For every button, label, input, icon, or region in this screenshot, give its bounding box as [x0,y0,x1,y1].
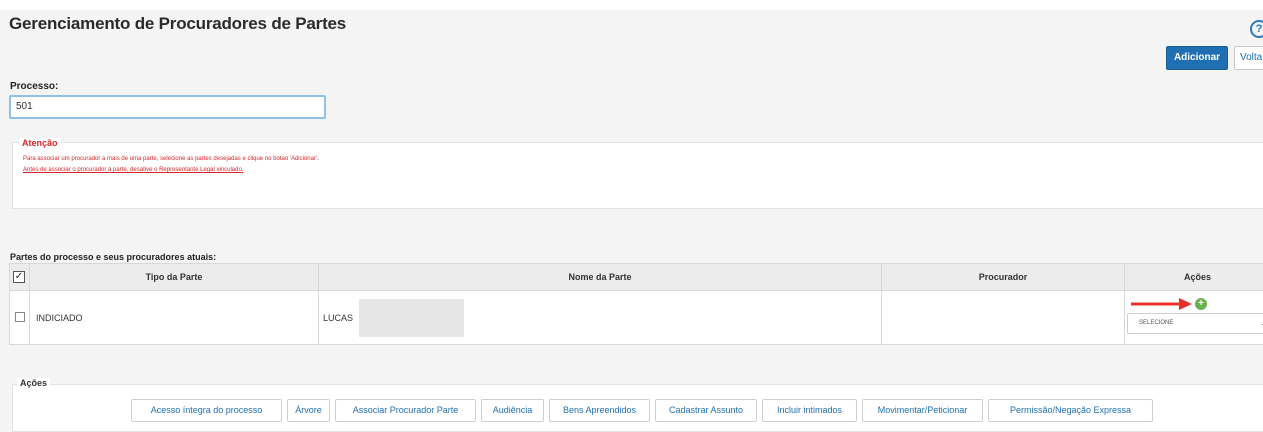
top-strip [0,0,1263,10]
help-icon[interactable]: ? [1250,20,1263,38]
acoes-select[interactable]: SELECIONE ⌄ [1127,313,1263,334]
column-divider [881,291,882,345]
add-procurador-icon[interactable]: + [1195,298,1207,310]
voltar-button[interactable]: Volta [1234,46,1263,70]
adicionar-button[interactable]: Adicionar [1166,46,1228,70]
column-header-acoes: Ações [1124,264,1263,291]
column-divider [29,291,30,345]
alert-box [12,142,1263,209]
partes-section-label: Partes do processo e seus procuradores a… [10,252,217,262]
cell-tipo-parte: INDICIADO [36,313,83,323]
redacted-name-block [359,299,464,337]
column-header-nome: Nome da Parte [318,264,881,291]
partes-table: ✓ Tipo da Parte Nome da Parte Procurador… [9,263,1263,345]
column-header-procurador: Procurador [881,264,1124,291]
movimentar-peticionar-button[interactable]: Movimentar/Peticionar [862,399,983,422]
bens-apreendidos-button[interactable]: Bens Apreendidos [549,399,650,422]
column-divider [1124,291,1125,345]
alert-title: Atenção [19,138,61,148]
select-all-checkbox[interactable]: ✓ [13,271,25,283]
column-header-tipo: Tipo da Parte [29,264,318,291]
red-arrow-annotation-icon [1131,298,1192,310]
audiencia-button[interactable]: Audiência [481,399,544,422]
acesso-integra-button[interactable]: Acesso íntegra do processo [131,399,282,422]
permissao-negacao-button[interactable]: Permissão/Negação Expressa [988,399,1153,422]
alert-message: Para associar um procurador a mais de um… [23,156,319,162]
page: Gerenciamento de Procuradores de Partes … [0,0,1263,432]
arvore-button[interactable]: Árvore [287,399,330,422]
processo-input[interactable]: 501 [9,95,326,119]
associar-procurador-button[interactable]: Associar Procurador Parte [335,399,476,422]
cadastrar-assunto-button[interactable]: Cadastrar Assunto [655,399,757,422]
alert-warning-link: Antes de associar o procurador à parte, … [23,167,244,173]
acoes-title: Ações [17,378,51,388]
cell-nome-parte: LUCAS [323,313,354,323]
page-title: Gerenciamento de Procuradores de Partes [9,14,347,33]
table-header: ✓ Tipo da Parte Nome da Parte Procurador… [10,264,1263,291]
processo-label: Processo: [10,81,59,92]
column-divider [318,291,319,345]
incluir-intimados-button[interactable]: Incluir intimados [762,399,857,422]
row-checkbox[interactable] [15,312,25,322]
acoes-select-value: SELECIONE [1139,320,1174,326]
